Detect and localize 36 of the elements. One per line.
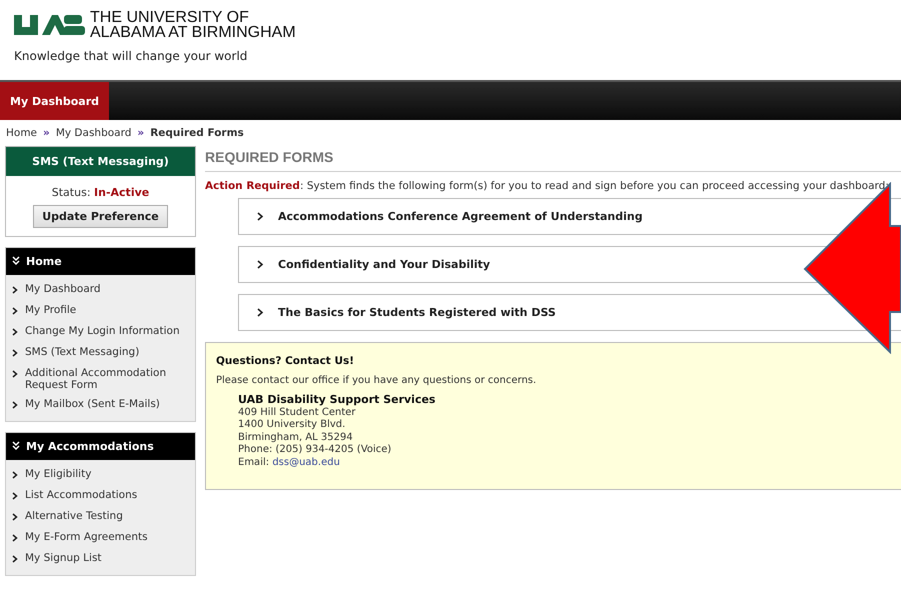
nav-tab[interactable]: My Dashboard [0,82,110,120]
address-line: Phone: (205) 934-4205 (Voice) [238,444,392,456]
sidebar-link[interactable]: My Mailbox (Sent E-Mails) [25,398,160,412]
sidebar-link[interactable]: My E-Form Agreements [25,531,148,545]
sidebar-link[interactable]: My Profile [25,304,76,318]
sidebar-link[interactable]: Alternative Testing [25,510,123,524]
update-preference-button[interactable]: Update Preference [33,205,168,228]
status-text: Status: In-Active [52,186,150,199]
page-heading: REQUIRED FORMS [205,146,901,172]
sidebar-link[interactable]: Additional Accommodation Request Form [25,367,189,391]
sidebar-link[interactable]: List Accommodations [25,489,138,503]
address-line: 1400 University Blvd. [238,419,346,432]
panel-title: SMS (Text Messaging) [6,147,195,176]
contact-intro: Please contact our office if you have any questions or concerns. [216,375,538,386]
sidebar-link[interactable]: My Signup List [25,552,102,566]
sidebar-link[interactable]: My Dashboard [25,283,101,297]
breadcrumb-link[interactable]: Home [6,127,38,139]
office-name: UAB Disability Support Services [238,394,436,406]
address-line: Birmingham, AL 35294 [238,432,354,444]
breadcrumb-link[interactable]: My Dashboard [56,127,132,139]
form-accordion[interactable]: Accommodations Conference Agreement of Understanding [238,198,901,235]
contact-title: Questions? Contact Us! [216,355,356,367]
breadcrumb-separator: » [43,127,50,139]
breadcrumb-separator: » [137,127,144,139]
tagline: Knowledge that will change your world [14,49,248,63]
section-title[interactable]: Home [26,255,62,268]
sidebar-link[interactable]: Change My Login Information [25,325,180,339]
email-link[interactable]: dss@uab.edu [272,456,340,468]
university-name: ALABAMA AT BIRMINGHAM [90,25,296,40]
university-name: THE UNIVERSITY OF [90,10,249,25]
form-accordion[interactable]: The Basics for Students Registered with DSS [238,294,901,331]
email-label: Email: [238,456,270,468]
address-line: 409 Hill Student Center [238,406,356,419]
sidebar-link[interactable]: My Eligibility [25,468,92,482]
sidebar-link[interactable]: SMS (Text Messaging) [25,346,140,360]
notice-text: Action Required: System finds the following form(s) for you to read and sign before you can proceed accessing your dashboard: [205,179,890,194]
